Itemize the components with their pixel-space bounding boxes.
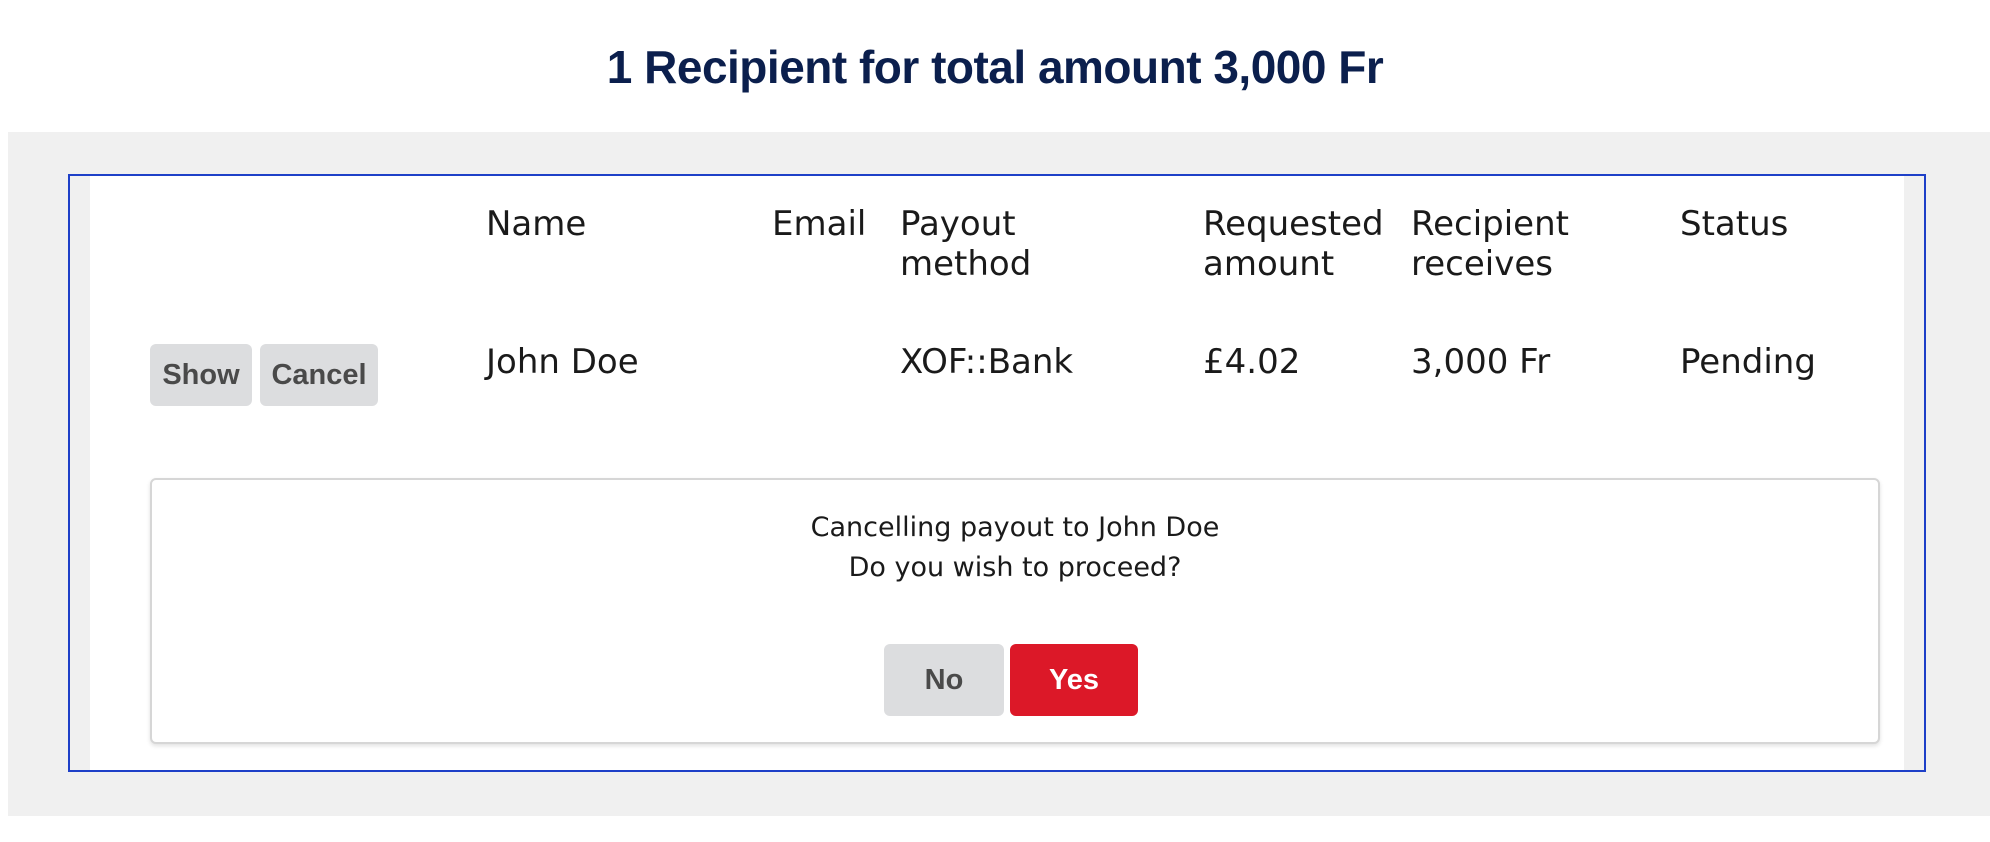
- recipients-table: Name Email Payout method Requested amoun…: [90, 176, 1904, 770]
- recipients-panel: Name Email Payout method Requested amoun…: [68, 174, 1926, 772]
- page: 1 Recipient for total amount 3,000 Fr Na…: [0, 0, 1990, 842]
- column-header-payout-method-line2: method: [900, 244, 1032, 284]
- cell-requested-amount: £4.02: [1203, 342, 1301, 382]
- yes-button[interactable]: Yes: [1010, 644, 1138, 716]
- cancel-button[interactable]: Cancel: [260, 344, 378, 406]
- confirmation-message: Cancelling payout to John Doe: [810, 512, 1220, 543]
- column-header-requested-amount-line2: amount: [1203, 244, 1335, 284]
- column-header-recipient-receives-line2: receives: [1411, 244, 1553, 284]
- cell-recipient-receives: 3,000 Fr: [1411, 342, 1551, 382]
- confirmation-question: Do you wish to proceed?: [848, 552, 1182, 583]
- cancel-confirmation-box: Cancelling payout to John Doe Do you wis…: [150, 478, 1880, 744]
- cell-status: Pending: [1680, 342, 1816, 382]
- cell-name: John Doe: [486, 342, 639, 382]
- show-button[interactable]: Show: [150, 344, 252, 406]
- column-header-name: Name: [486, 204, 587, 244]
- cell-payout-method: XOF::Bank: [900, 342, 1074, 382]
- page-title: 1 Recipient for total amount 3,000 Fr: [606, 41, 1384, 93]
- column-header-requested-amount: Requested amount: [1203, 204, 1384, 284]
- column-header-email: Email: [772, 204, 867, 244]
- column-header-requested-amount-line1: Requested: [1203, 204, 1384, 244]
- column-header-recipient-receives: Recipient receives: [1411, 204, 1569, 284]
- column-header-status: Status: [1680, 204, 1789, 244]
- no-button[interactable]: No: [884, 644, 1004, 716]
- column-header-payout-method: Payout method: [900, 204, 1031, 284]
- column-header-payout-method-line1: Payout: [900, 204, 1016, 244]
- column-header-recipient-receives-line1: Recipient: [1411, 204, 1569, 244]
